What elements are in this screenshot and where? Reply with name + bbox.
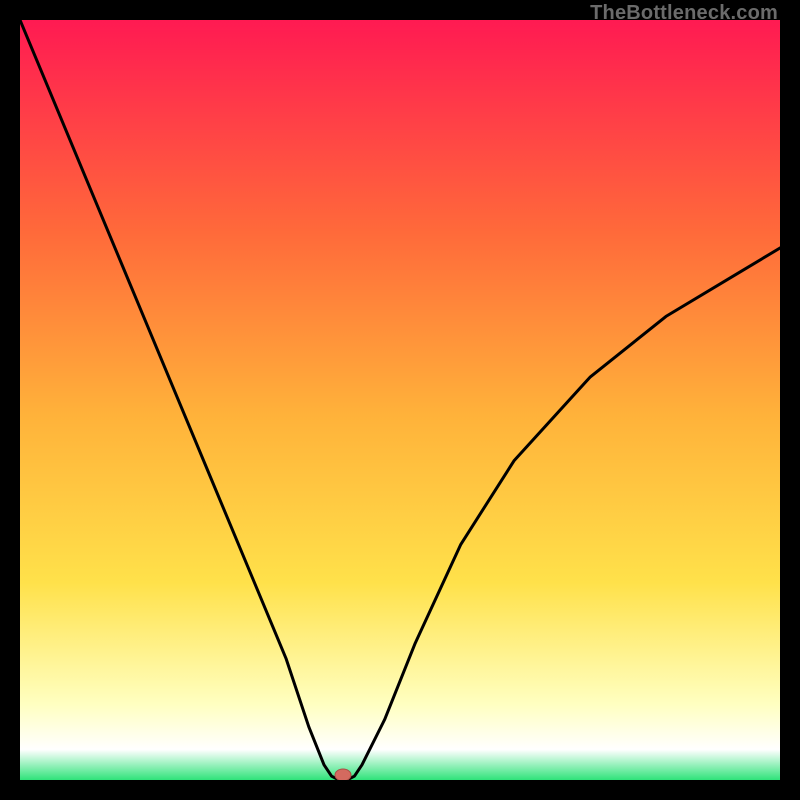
plot-area [20, 20, 780, 780]
chart-svg [20, 20, 780, 780]
gradient-background [20, 20, 780, 780]
chart-frame [20, 20, 780, 780]
optimal-point-marker [335, 769, 351, 780]
watermark-text: TheBottleneck.com [590, 2, 778, 25]
